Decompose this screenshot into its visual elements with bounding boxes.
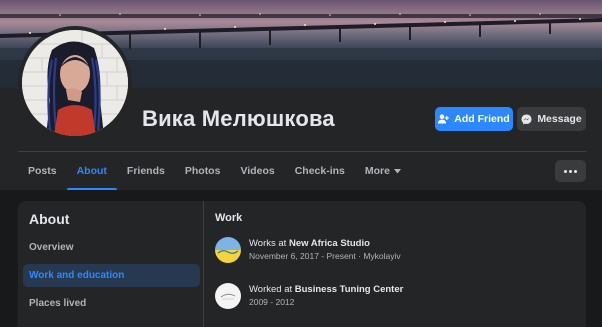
work-prefix: Works at	[249, 238, 289, 249]
tab-more[interactable]: More	[355, 152, 411, 190]
work-meta: 2009 - 2012	[249, 297, 295, 307]
tab-more-label: More	[364, 165, 390, 177]
work-title: Work	[215, 212, 243, 224]
sidebar-item-work-and-education[interactable]: Work and education	[23, 264, 200, 287]
sidebar-item-label: Overview	[29, 242, 74, 253]
profile-page: Вика Мелюшкова Add Friend Message Posts …	[0, 0, 602, 327]
messenger-icon	[521, 114, 532, 125]
company-link[interactable]: Business Tuning Center	[295, 284, 404, 295]
tab-friends[interactable]: Friends	[117, 152, 175, 190]
more-dots-icon	[564, 169, 567, 173]
message-label: Message	[537, 113, 582, 125]
tab-about-label: About	[76, 165, 107, 177]
work-prefix: Worked at	[249, 284, 295, 295]
work-meta: November 6, 2017 - Present · Mykolayiv	[249, 251, 401, 261]
tab-friends-label: Friends	[126, 165, 165, 177]
add-friend-label: Add Friend	[454, 113, 510, 125]
about-card: About Overview Work and education Places…	[18, 201, 586, 327]
tab-check-ins[interactable]: Check-ins	[285, 152, 355, 190]
profile-name: Вика Мелюшкова	[142, 106, 335, 131]
work-line: Worked at Business Tuning Center	[249, 284, 403, 295]
tab-videos-label: Videos	[240, 165, 275, 177]
sidebar-item-label: Work and education	[29, 270, 125, 281]
tab-posts-label: Posts	[28, 165, 57, 177]
tab-check-ins-label: Check-ins	[294, 165, 345, 177]
tab-photos[interactable]: Photos	[175, 152, 231, 190]
caret-down-icon	[393, 165, 401, 177]
more-dots-icon-dot	[574, 169, 577, 173]
about-sidebar: About Overview Work and education Places…	[18, 201, 204, 327]
tab-photos-label: Photos	[184, 165, 221, 177]
more-dots-icon-dot	[569, 169, 572, 173]
work-section: Work Works at New Africa Studio November…	[215, 201, 586, 327]
avatar[interactable]	[22, 30, 128, 136]
company-logo-new-africa-studio[interactable]	[215, 237, 241, 263]
work-line: Works at New Africa Studio	[249, 238, 370, 249]
sidebar-item-overview[interactable]: Overview	[23, 236, 200, 259]
company-logo-business-tuning-center[interactable]	[215, 283, 241, 309]
tab-about[interactable]: About	[66, 152, 118, 190]
more-options-button[interactable]	[555, 160, 586, 182]
about-title: About	[29, 211, 70, 227]
message-button[interactable]: Message	[517, 107, 586, 131]
tab-posts[interactable]: Posts	[18, 152, 67, 190]
work-item: Worked at Business Tuning Center 2009 - …	[215, 283, 575, 313]
sidebar-item-places-lived[interactable]: Places lived	[23, 292, 200, 315]
person-plus-icon	[438, 114, 450, 124]
profile-tabs: Posts About Friends Photos Videos Check-…	[18, 152, 411, 190]
add-friend-button[interactable]: Add Friend	[435, 107, 513, 131]
sidebar-item-label: Places lived	[29, 298, 87, 309]
avatar-frame	[18, 26, 132, 140]
tab-videos[interactable]: Videos	[230, 152, 284, 190]
work-item: Works at New Africa Studio November 6, 2…	[215, 237, 575, 267]
company-link[interactable]: New Africa Studio	[289, 238, 370, 249]
